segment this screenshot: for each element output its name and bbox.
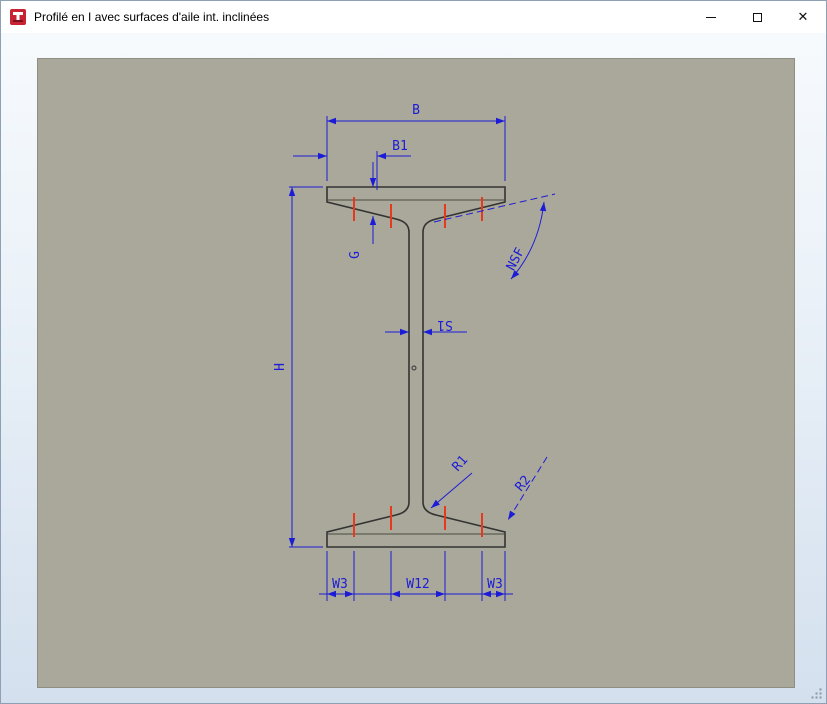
label-b1: B1 [392, 139, 408, 154]
close-icon: ✕ [797, 9, 809, 25]
minimize-button[interactable] [688, 1, 734, 33]
close-button[interactable]: ✕ [780, 1, 826, 33]
dimension-w-group [319, 551, 513, 601]
titlebar[interactable]: Profilé en I avec surfaces d'aile int. i… [1, 1, 826, 33]
label-s1: S1 [437, 317, 453, 332]
dimension-b [326, 116, 506, 181]
dimension-nsf [433, 193, 556, 280]
label-r2: R2 [513, 473, 535, 495]
label-w12: W12 [406, 577, 429, 592]
maximize-icon [752, 12, 762, 22]
label-w3-right: W3 [487, 577, 503, 592]
window-title: Profilé en I avec surfaces d'aile int. i… [34, 10, 270, 24]
label-b: B [412, 103, 420, 118]
web-center-mark [411, 365, 417, 371]
window-controls: ✕ [688, 1, 826, 33]
profile-drawing: B B1 H G S1 NSF R1 R2 W3 W12 W3 [273, 103, 556, 601]
window: Profilé en I avec surfaces d'aile int. i… [0, 0, 827, 704]
resize-grip[interactable] [809, 686, 823, 700]
dimension-h [288, 186, 323, 548]
label-r1: R1 [450, 453, 472, 475]
flange-tick-marks [353, 197, 483, 537]
dimension-r1 [430, 472, 473, 509]
label-nsf: NSF [504, 245, 528, 273]
dimension-b1 [293, 151, 411, 190]
window-body: B B1 H G S1 NSF R1 R2 W3 W12 W3 [1, 33, 826, 703]
label-h: H [273, 363, 288, 371]
drawing-canvas[interactable]: B B1 H G S1 NSF R1 R2 W3 W12 W3 [37, 58, 795, 688]
app-icon [10, 9, 26, 25]
label-w3-left: W3 [332, 577, 348, 592]
minimize-icon [706, 16, 716, 18]
maximize-button[interactable] [734, 1, 780, 33]
label-g: G [348, 251, 363, 259]
